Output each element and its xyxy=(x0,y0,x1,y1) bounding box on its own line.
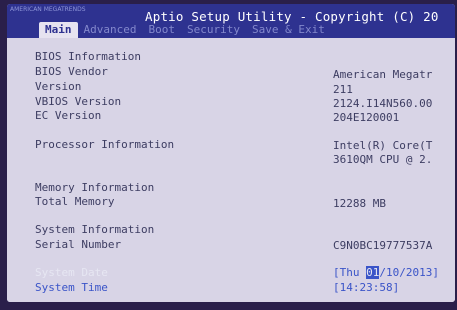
system-date-label[interactable]: System Date xyxy=(35,266,108,279)
total-memory-label: Total Memory xyxy=(35,195,115,208)
bios-info-header: BIOS Information xyxy=(35,50,141,63)
date-prefix: [Thu xyxy=(333,266,367,279)
memory-info-header: Memory Information xyxy=(35,181,155,194)
vendor-logo: AMERICAN MEGATRENDS xyxy=(10,6,86,13)
tab-security[interactable]: Security xyxy=(181,22,246,38)
total-memory-value: 12288 MB xyxy=(333,197,386,210)
system-time-value[interactable]: [14:23:58] xyxy=(333,281,399,294)
processor-value-line1: Intel(R) Core(T xyxy=(333,139,433,152)
tab-boot[interactable]: Boot xyxy=(142,22,181,38)
ec-version-label: EC Version xyxy=(35,109,102,122)
vbios-version-label: VBIOS Version xyxy=(35,95,122,108)
system-info-header: System Information xyxy=(35,223,155,236)
title-bar: AMERICAN MEGATRENDS Aptio Setup Utility … xyxy=(7,4,455,38)
system-time-label[interactable]: System Time xyxy=(35,281,108,294)
ec-version-value: 204E120001 xyxy=(333,111,400,124)
bios-screen: AMERICAN MEGATRENDS Aptio Setup Utility … xyxy=(7,4,455,302)
main-panel: BIOS Information BIOS Vendor American Me… xyxy=(7,38,455,302)
bios-vendor-value: American Megatr xyxy=(333,68,433,81)
serial-number-value: C9N0BC19777537A xyxy=(333,239,433,252)
tab-advanced[interactable]: Advanced xyxy=(78,22,143,38)
system-date-value[interactable]: [Thu 01/10/2013] xyxy=(333,266,439,279)
tab-main[interactable]: Main xyxy=(39,22,78,38)
date-cursor-field[interactable]: 01 xyxy=(366,266,380,279)
processor-info-label: Processor Information xyxy=(35,138,175,151)
vbios-version-value: 2124.I14N560.00 xyxy=(333,97,433,110)
tab-bar: Main Advanced Boot Security Save & Exit xyxy=(39,22,331,38)
version-value: 211 xyxy=(333,83,353,96)
bios-vendor-label: BIOS Vendor xyxy=(35,65,108,78)
date-suffix: /10/2013] xyxy=(379,266,439,279)
serial-number-label: Serial Number xyxy=(35,238,122,251)
monitor-frame: AMERICAN MEGATRENDS Aptio Setup Utility … xyxy=(0,0,457,310)
version-label: Version xyxy=(35,80,82,93)
monitor-bezel-bottom xyxy=(0,302,457,310)
tab-save-exit[interactable]: Save & Exit xyxy=(246,22,331,38)
processor-value-line2: 3610QM CPU @ 2. xyxy=(333,153,433,166)
